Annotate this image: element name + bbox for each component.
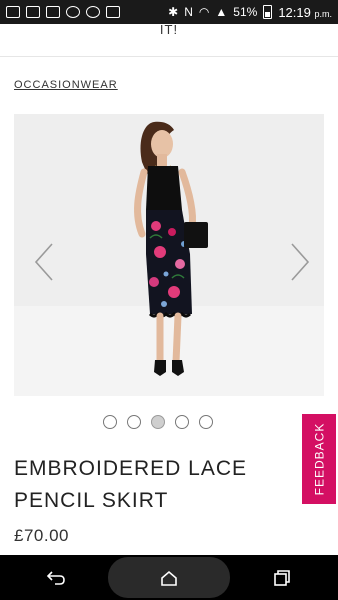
back-button[interactable] [36, 563, 76, 593]
notification-icon [6, 6, 20, 18]
battery-percent: 51% [233, 5, 258, 19]
banner-text: IT! [159, 22, 179, 37]
previous-image-arrow-icon[interactable] [34, 242, 54, 282]
bluetooth-icon: ✱ [168, 5, 179, 19]
battery-icon [263, 5, 273, 19]
feedback-tab[interactable]: FEEDBACK [302, 414, 336, 504]
divider [0, 56, 338, 57]
back-icon [47, 570, 66, 585]
app-icon [66, 6, 80, 18]
mail-icon [26, 6, 40, 18]
carousel-dot[interactable] [103, 415, 117, 429]
carousel-dots [103, 415, 213, 429]
carousel-dot-active[interactable] [151, 415, 165, 429]
home-icon [161, 570, 177, 586]
app-icon [86, 6, 100, 18]
gallery-icon [46, 6, 60, 18]
product-photo [134, 121, 208, 376]
next-image-arrow-icon[interactable] [290, 242, 310, 282]
carousel-dot[interactable] [175, 415, 189, 429]
wifi-icon: ◠ [198, 5, 210, 19]
recents-icon [273, 569, 290, 586]
carousel-dot[interactable] [199, 415, 213, 429]
app-icon [106, 6, 120, 18]
home-button[interactable] [149, 563, 189, 593]
signal-icon: ▲ [215, 5, 228, 19]
product-price: £70.00 [14, 526, 69, 545]
breadcrumb-link[interactable]: OCCASIONWEAR [14, 79, 118, 91]
product-image-carousel[interactable] [14, 114, 324, 396]
feedback-label: FEEDBACK [312, 422, 326, 496]
recents-button[interactable] [262, 563, 302, 593]
nfc-icon: N [184, 5, 193, 19]
carousel-dot[interactable] [127, 415, 141, 429]
product-title: EMBROIDERED LACE PENCIL SKIRT [14, 457, 248, 512]
status-bar: ✱ N ◠ ▲ 51% 12:19 p.m. [0, 0, 338, 24]
clock: 12:19 p.m. [278, 4, 332, 20]
